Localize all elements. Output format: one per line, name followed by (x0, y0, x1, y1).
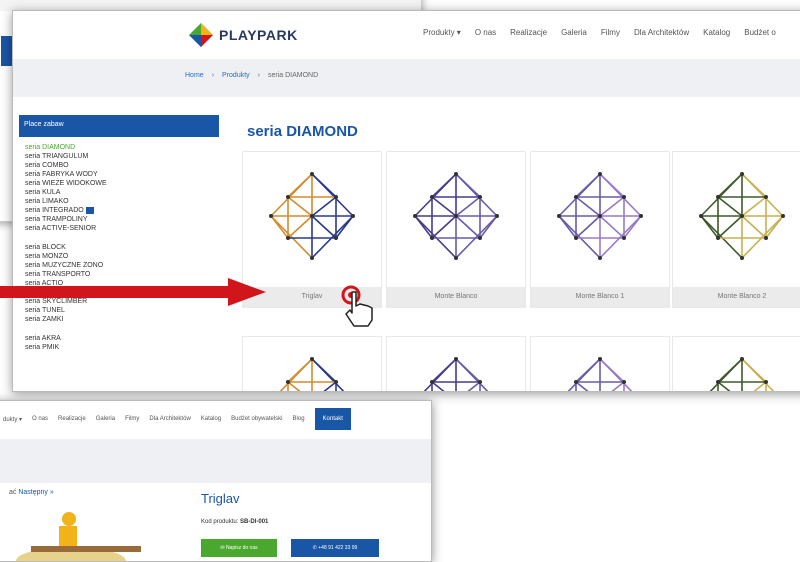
new-badge-icon (85, 206, 94, 214)
nav-item[interactable]: Budżet o (744, 28, 776, 37)
breadcrumb-current: seria DIAMOND (268, 72, 319, 79)
product-caption: Monte Blanco 1 (531, 287, 669, 307)
sidebar-series-item[interactable]: seria MUZYCZNE ZONO (25, 261, 219, 270)
red-arrow-annotation (0, 278, 361, 306)
product-card[interactable] (242, 336, 382, 391)
series-label: seria TRAMPOLINY (25, 216, 88, 223)
product-image (423, 357, 489, 391)
sidebar-series-item[interactable]: seria WIEŻE WIDOKOWE (25, 179, 219, 188)
sidebar-series-item[interactable]: seria PMIK (25, 343, 219, 352)
product-code-value: SB-DI-001 (240, 519, 269, 525)
product-image (699, 172, 785, 260)
top-navigation: dukty ▾ O nas Realizacje Galeria Filmy Dla Ar… (0, 401, 431, 437)
nav-item[interactable]: Filmy (601, 28, 620, 37)
series-label: seria TRANSPORTO (25, 271, 91, 278)
product-card[interactable]: Monte Blanco 1 (530, 151, 670, 308)
sidebar-series-item[interactable]: seria COMBO (25, 161, 219, 170)
series-label: seria ACTIVE-SENIOR (25, 225, 97, 232)
breadcrumb-separator: › (257, 72, 260, 79)
contact-button[interactable]: Kontakt (314, 408, 351, 430)
breadcrumb: Home › Produkty › seria DIAMOND (185, 72, 318, 79)
series-label: seria PMIK (25, 344, 60, 351)
logo-gem-icon (189, 23, 213, 47)
product-image-preview (16, 512, 141, 561)
sidebar-series-item[interactable]: seria INTEGRADO (25, 206, 219, 215)
product-card[interactable]: Monte Blanco 2 (672, 151, 800, 308)
product-card[interactable]: Monte Blanco (386, 151, 526, 308)
phone-button[interactable]: ✆ +48 91 422 33 99 (291, 539, 379, 557)
product-image (269, 172, 355, 260)
nav-item[interactable]: dukty ▾ (3, 416, 22, 423)
breadcrumb-home[interactable]: Home (185, 72, 204, 79)
product-code: Kod produktu: SB-DI-001 (201, 519, 268, 525)
sidebar-series-item[interactable]: seria FABRYKA WODY (25, 170, 219, 179)
product-image (413, 172, 499, 260)
write-to-us-button[interactable]: ✉ Napisz do nas (201, 539, 277, 557)
sidebar-series-item[interactable]: seria AKRA (25, 334, 219, 343)
nav-item[interactable]: Galeria (96, 416, 115, 422)
nav-item[interactable]: Realizacje (58, 416, 86, 422)
series-label: seria COMBO (25, 162, 69, 169)
product-caption: Monte Blanco (387, 287, 525, 307)
nav-item[interactable]: O nas (32, 416, 48, 422)
product-image (557, 172, 643, 260)
sidebar-series-item[interactable]: seria KULA (25, 188, 219, 197)
breadcrumb-bar: Home › Produkty › seria DIAMOND (13, 59, 800, 97)
sidebar-series-item[interactable]: seria TRIANGULUM (25, 152, 219, 161)
product-image (709, 357, 775, 391)
product-card[interactable]: Mount Logan 2 (672, 336, 800, 391)
breadcrumb-products[interactable]: Produkty (222, 72, 250, 79)
sidebar-series-item[interactable]: seria LIMAKO (25, 197, 219, 206)
product-code-label: Kod produktu: (201, 519, 239, 525)
product-image (279, 357, 345, 391)
product-card[interactable]: Mount Logan (386, 336, 526, 391)
product-card[interactable]: Mount Logan 1 (530, 336, 670, 391)
sidebar-header: Place zabaw (19, 115, 219, 137)
nav-item[interactable]: Katalog (703, 28, 730, 37)
playpark-logo[interactable]: PLAYPARK (188, 22, 298, 48)
main-menu: Produkty ▾ O nas Realizacje Galeria Filmy Dla… (423, 28, 776, 37)
sidebar-series-item[interactable]: seria TRAMPOLINY (25, 215, 219, 224)
nav-item[interactable]: Budżet obywatelski (231, 416, 282, 422)
series-label: seria TRIANGULUM (25, 153, 89, 160)
nav-item[interactable]: Produkty ▾ (423, 28, 461, 37)
nav-item[interactable]: Dla Architektów (634, 28, 689, 37)
nav-item[interactable]: O nas (475, 28, 496, 37)
breadcrumb-bar (0, 439, 431, 483)
series-label: seria MONZO (25, 253, 69, 260)
sidebar-series-item[interactable]: seria MONZO (25, 252, 219, 261)
list-gap (25, 233, 219, 243)
nav-item[interactable]: Galeria (561, 28, 587, 37)
series-label: seria BLOCK (25, 244, 66, 251)
series-label: seria LIMAKO (25, 198, 69, 205)
series-label: seria WIEŻE WIDOKOWE (25, 180, 107, 187)
page-title: seria DIAMOND (247, 123, 358, 140)
sidebar-series-item[interactable]: seria ACTIVE-SENIOR (25, 224, 219, 233)
prev-link[interactable]: ać (9, 489, 16, 496)
series-label: seria MUZYCZNE ZONO (25, 262, 104, 269)
hand-cursor-icon (345, 291, 373, 327)
breadcrumb-separator: › (211, 72, 215, 79)
next-link[interactable]: Następny » (18, 489, 53, 496)
nav-item[interactable]: Realizacje (510, 28, 547, 37)
nav-item[interactable]: Filmy (125, 416, 139, 422)
product-title: Triglav (201, 491, 240, 506)
series-label: seria AKRA (25, 335, 61, 342)
sidebar-series-item[interactable]: seria DIAMOND (25, 143, 219, 152)
sidebar-series-item[interactable]: seria BLOCK (25, 243, 219, 252)
series-label: seria INTEGRADO (25, 207, 84, 214)
series-label: seria KULA (25, 189, 61, 196)
nav-item[interactable]: Katalog (201, 416, 221, 422)
product-image (567, 357, 633, 391)
product-caption: Monte Blanco 2 (673, 287, 800, 307)
series-label: seria DIAMOND (25, 144, 76, 151)
product-detail-window: dukty ▾ O nas Realizacje Galeria Filmy Dla Ar… (0, 400, 432, 562)
series-label: seria FABRYKA WODY (25, 171, 98, 178)
nav-item[interactable]: Blog (293, 416, 305, 422)
nav-item[interactable]: Dla Architektów (149, 416, 190, 422)
main-browser-window: PLAYPARK Produkty ▾ O nas Realizacje Galeri… (12, 10, 800, 392)
top-navigation: PLAYPARK Produkty ▾ O nas Realizacje Galeri… (13, 11, 800, 60)
product-pagination: ać Następny » (9, 489, 54, 496)
logo-text: PLAYPARK (219, 27, 298, 43)
